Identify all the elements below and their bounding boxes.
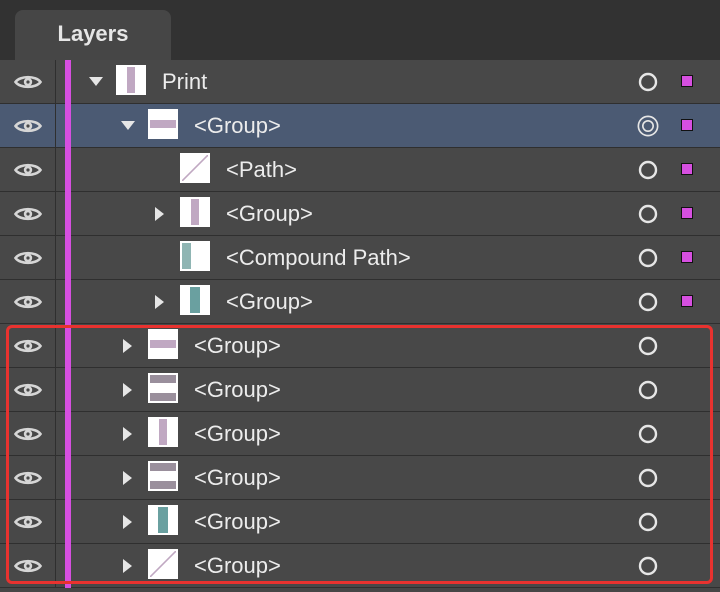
selection-indicator-square[interactable] xyxy=(681,75,693,87)
layer-color-bar xyxy=(65,412,71,456)
target-circle-icon[interactable] xyxy=(637,511,659,533)
layer-row[interactable]: <Group> xyxy=(0,280,720,324)
layer-row[interactable]: <Group> xyxy=(0,456,720,500)
target-circle-icon[interactable] xyxy=(637,159,659,181)
layer-row[interactable]: <Group> xyxy=(0,368,720,412)
layer-row[interactable]: <Group> xyxy=(0,412,720,456)
layer-name[interactable]: <Group> xyxy=(194,412,281,455)
layer-row[interactable]: <Path> xyxy=(0,148,720,192)
layer-color-bar xyxy=(65,324,71,368)
layer-thumbnail xyxy=(180,197,210,227)
eye-icon[interactable] xyxy=(0,456,56,499)
layer-color-bar xyxy=(65,148,71,192)
layer-color-bar xyxy=(65,544,71,588)
layer-thumbnail xyxy=(148,461,178,491)
layer-name[interactable]: <Group> xyxy=(194,104,281,147)
eye-icon[interactable] xyxy=(0,412,56,455)
expand-triangle-icon[interactable] xyxy=(120,368,136,411)
layer-thumbnail xyxy=(148,329,178,359)
layer-name[interactable]: <Group> xyxy=(194,324,281,367)
layer-color-bar xyxy=(65,60,71,104)
layer-row[interactable]: <Compound Path> xyxy=(0,236,720,280)
layer-name[interactable]: <Path> xyxy=(226,148,297,191)
selection-indicator-square[interactable] xyxy=(681,251,693,263)
layer-color-bar xyxy=(65,192,71,236)
target-circle-icon[interactable] xyxy=(637,335,659,357)
expand-triangle-icon[interactable] xyxy=(120,456,136,499)
layer-name[interactable]: <Group> xyxy=(194,368,281,411)
layer-color-bar xyxy=(65,368,71,412)
layer-name[interactable]: <Group> xyxy=(194,500,281,543)
layer-color-bar xyxy=(65,456,71,500)
layer-row[interactable]: Print xyxy=(0,60,720,104)
tab-layers[interactable]: Layers xyxy=(15,10,171,60)
layer-row[interactable]: <Group> xyxy=(0,192,720,236)
layer-color-bar xyxy=(65,280,71,324)
target-circle-icon[interactable] xyxy=(637,555,659,577)
target-circle-icon[interactable] xyxy=(637,71,659,93)
eye-icon[interactable] xyxy=(0,148,56,191)
eye-icon[interactable] xyxy=(0,500,56,543)
selection-indicator-square[interactable] xyxy=(681,163,693,175)
collapse-triangle-icon[interactable] xyxy=(88,60,104,103)
collapse-triangle-icon[interactable] xyxy=(120,104,136,147)
layer-thumbnail xyxy=(180,153,210,183)
eye-icon[interactable] xyxy=(0,324,56,367)
eye-icon[interactable] xyxy=(0,60,56,103)
eye-icon[interactable] xyxy=(0,104,56,147)
layer-thumbnail xyxy=(148,417,178,447)
expand-triangle-icon[interactable] xyxy=(152,280,168,323)
target-circle-icon[interactable] xyxy=(637,467,659,489)
eye-icon[interactable] xyxy=(0,368,56,411)
layer-row[interactable]: <Group> xyxy=(0,104,720,148)
target-circle-icon[interactable] xyxy=(637,291,659,313)
target-double-circle-icon[interactable] xyxy=(637,115,659,137)
layer-color-bar xyxy=(65,236,71,280)
layer-name[interactable]: <Group> xyxy=(194,456,281,499)
eye-icon[interactable] xyxy=(0,236,56,279)
layer-thumbnail xyxy=(180,285,210,315)
layer-thumbnail xyxy=(148,505,178,535)
layer-thumbnail xyxy=(180,241,210,271)
layer-name[interactable]: <Group> xyxy=(194,544,281,587)
eye-icon[interactable] xyxy=(0,280,56,323)
expand-triangle-icon[interactable] xyxy=(120,544,136,587)
layer-row[interactable]: <Group> xyxy=(0,544,720,588)
layer-color-bar xyxy=(65,500,71,544)
layer-name[interactable]: <Group> xyxy=(226,280,313,323)
eye-icon[interactable] xyxy=(0,192,56,235)
layer-color-bar xyxy=(65,104,71,148)
layer-name[interactable]: Print xyxy=(162,60,207,103)
eye-icon[interactable] xyxy=(0,544,56,587)
layer-thumbnail xyxy=(148,373,178,403)
expand-triangle-icon[interactable] xyxy=(120,500,136,543)
layer-thumbnail xyxy=(148,549,178,579)
layer-name[interactable]: <Group> xyxy=(226,192,313,235)
selection-indicator-square[interactable] xyxy=(681,207,693,219)
selection-indicator-square[interactable] xyxy=(681,119,693,131)
layer-thumbnail xyxy=(116,65,146,95)
expand-triangle-icon[interactable] xyxy=(152,192,168,235)
layer-row[interactable]: <Group> xyxy=(0,324,720,368)
selection-indicator-square[interactable] xyxy=(681,295,693,307)
expand-triangle-icon[interactable] xyxy=(120,412,136,455)
layers-list: Print <Group> <Path> <Group> <Compound Path>… xyxy=(0,60,720,592)
expand-triangle-icon[interactable] xyxy=(120,324,136,367)
target-circle-icon[interactable] xyxy=(637,379,659,401)
panel-tab-bar: Layers xyxy=(0,0,720,60)
layer-row[interactable]: <Group> xyxy=(0,500,720,544)
layer-name[interactable]: <Compound Path> xyxy=(226,236,411,279)
layer-thumbnail xyxy=(148,109,178,139)
target-circle-icon[interactable] xyxy=(637,247,659,269)
target-circle-icon[interactable] xyxy=(637,203,659,225)
target-circle-icon[interactable] xyxy=(637,423,659,445)
